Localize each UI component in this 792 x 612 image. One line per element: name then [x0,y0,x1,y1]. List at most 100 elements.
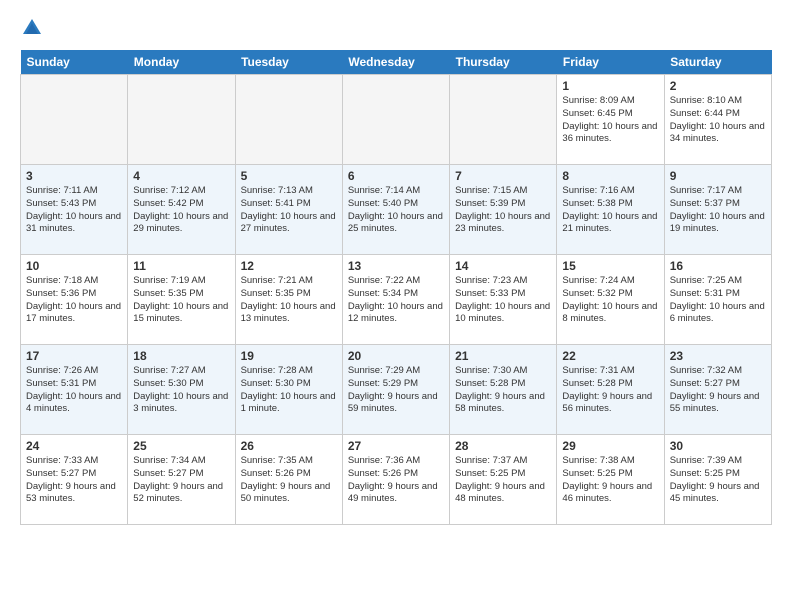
day-info: Sunset: 5:25 PM [670,468,766,481]
calendar-cell: 26Sunrise: 7:35 AMSunset: 5:26 PMDayligh… [235,435,342,525]
day-info: Sunrise: 7:19 AM [133,275,229,288]
day-info: Sunset: 5:30 PM [241,378,337,391]
day-header-monday: Monday [128,50,235,75]
calendar-cell: 22Sunrise: 7:31 AMSunset: 5:28 PMDayligh… [557,345,664,435]
calendar-cell: 20Sunrise: 7:29 AMSunset: 5:29 PMDayligh… [342,345,449,435]
day-info: Daylight: 9 hours and 55 minutes. [670,391,766,417]
day-number: 28 [455,439,551,453]
day-info: Sunset: 5:37 PM [670,198,766,211]
day-number: 19 [241,349,337,363]
calendar-cell: 3 Sunrise: 7:11 AMSunset: 5:43 PMDaylight… [21,165,128,255]
day-info: Sunrise: 7:27 AM [133,365,229,378]
day-info: Daylight: 9 hours and 53 minutes. [26,481,122,507]
calendar-cell [21,75,128,165]
day-number: 10 [26,259,122,273]
day-info: Sunset: 5:32 PM [562,288,658,301]
calendar-cell: 21Sunrise: 7:30 AMSunset: 5:28 PMDayligh… [450,345,557,435]
day-number: 6 [348,169,444,183]
week-row-4: 17Sunrise: 7:26 AMSunset: 5:31 PMDayligh… [21,345,772,435]
day-number: 1 [562,79,658,93]
calendar-cell [342,75,449,165]
day-info: Sunrise: 7:23 AM [455,275,551,288]
calendar-cell: 1Sunrise: 8:09 AMSunset: 6:45 PMDaylight… [557,75,664,165]
day-header-friday: Friday [557,50,664,75]
day-header-sunday: Sunday [21,50,128,75]
day-number: 20 [348,349,444,363]
day-number: 17 [26,349,122,363]
day-info: Daylight: 9 hours and 59 minutes. [348,391,444,417]
calendar-cell: 13Sunrise: 7:22 AMSunset: 5:34 PMDayligh… [342,255,449,345]
day-number: 22 [562,349,658,363]
day-info: Sunrise: 7:21 AM [241,275,337,288]
day-info: Daylight: 10 hours and 23 minutes. [455,211,551,237]
day-info: Sunrise: 7:31 AM [562,365,658,378]
calendar-cell: 14Sunrise: 7:23 AMSunset: 5:33 PMDayligh… [450,255,557,345]
calendar-cell: 8Sunrise: 7:16 AMSunset: 5:38 PMDaylight… [557,165,664,255]
calendar-cell: 11Sunrise: 7:19 AMSunset: 5:35 PMDayligh… [128,255,235,345]
day-info: Sunrise: 7:12 AM [133,185,229,198]
day-info: Sunrise: 7:24 AM [562,275,658,288]
logo [20,16,48,40]
day-info: Sunset: 5:35 PM [241,288,337,301]
day-info: Daylight: 10 hours and 21 minutes. [562,211,658,237]
day-info: Daylight: 10 hours and 25 minutes. [348,211,444,237]
day-info: Sunset: 5:26 PM [348,468,444,481]
day-info: Sunset: 5:27 PM [670,378,766,391]
day-info: Sunrise: 7:18 AM [26,275,122,288]
day-number: 3 [26,169,122,183]
day-header-wednesday: Wednesday [342,50,449,75]
day-number: 21 [455,349,551,363]
day-info: Daylight: 9 hours and 52 minutes. [133,481,229,507]
day-info: Sunset: 5:39 PM [455,198,551,211]
day-info: Daylight: 10 hours and 31 minutes. [26,211,122,237]
day-info: Sunset: 5:31 PM [26,378,122,391]
logo-icon [20,16,44,40]
day-info: Daylight: 10 hours and 27 minutes. [241,211,337,237]
day-number: 16 [670,259,766,273]
day-info: Sunset: 5:27 PM [26,468,122,481]
day-info: Daylight: 10 hours and 34 minutes. [670,121,766,147]
day-number: 18 [133,349,229,363]
day-info: Sunset: 5:25 PM [562,468,658,481]
day-info: Sunrise: 7:35 AM [241,455,337,468]
day-info: Sunrise: 7:16 AM [562,185,658,198]
day-info: Sunset: 5:40 PM [348,198,444,211]
day-info: Sunset: 5:43 PM [26,198,122,211]
day-info: Daylight: 10 hours and 17 minutes. [26,301,122,327]
day-info: Sunrise: 7:26 AM [26,365,122,378]
day-info: Sunset: 5:30 PM [133,378,229,391]
day-info: Sunrise: 7:11 AM [26,185,122,198]
calendar-cell: 17 Sunrise: 7:26 AMSunset: 5:31 PMDayligh… [21,345,128,435]
calendar-cell: 27Sunrise: 7:36 AMSunset: 5:26 PMDayligh… [342,435,449,525]
day-info: Daylight: 10 hours and 1 minute. [241,391,337,417]
calendar-cell: 15Sunrise: 7:24 AMSunset: 5:32 PMDayligh… [557,255,664,345]
day-info: Daylight: 10 hours and 10 minutes. [455,301,551,327]
week-row-2: 3Sunrise: 7:11 AMSunset: 5:43 PMDaylight… [21,165,772,255]
week-row-3: 10Sunrise: 7:18 AMSunset: 5:36 PMDayligh… [21,255,772,345]
calendar-cell: 10 Sunrise: 7:18 AMSunset: 5:36 PMDayligh… [21,255,128,345]
day-info: Sunrise: 7:33 AM [26,455,122,468]
day-number: 2 [670,79,766,93]
day-info: Daylight: 10 hours and 12 minutes. [348,301,444,327]
calendar-cell: 19Sunrise: 7:28 AMSunset: 5:30 PMDayligh… [235,345,342,435]
day-header-thursday: Thursday [450,50,557,75]
day-number: 11 [133,259,229,273]
day-number: 30 [670,439,766,453]
day-info: Sunset: 5:41 PM [241,198,337,211]
day-info: Sunset: 5:33 PM [455,288,551,301]
day-info: Daylight: 10 hours and 4 minutes. [26,391,122,417]
calendar-cell [128,75,235,165]
calendar-cell: 12Sunrise: 7:21 AMSunset: 5:35 PMDayligh… [235,255,342,345]
day-number: 7 [455,169,551,183]
day-info: Daylight: 9 hours and 58 minutes. [455,391,551,417]
day-info: Daylight: 9 hours and 50 minutes. [241,481,337,507]
day-info: Daylight: 10 hours and 3 minutes. [133,391,229,417]
day-info: Sunset: 5:42 PM [133,198,229,211]
day-info: Daylight: 9 hours and 46 minutes. [562,481,658,507]
day-info: Sunrise: 8:10 AM [670,95,766,108]
calendar-cell: 18 Sunrise: 7:27 AMSunset: 5:30 PMDayligh… [128,345,235,435]
day-info: Sunset: 5:36 PM [26,288,122,301]
day-number: 12 [241,259,337,273]
day-info: Sunrise: 7:30 AM [455,365,551,378]
day-header-saturday: Saturday [664,50,771,75]
